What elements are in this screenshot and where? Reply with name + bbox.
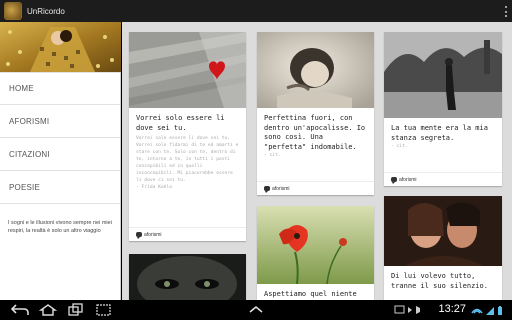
clock: 13:27: [438, 303, 466, 315]
header-artwork-image: [0, 22, 121, 72]
speech-bubble-icon: [264, 186, 270, 193]
recent-apps-icon[interactable]: [66, 303, 86, 317]
card-quote-author: - cit.: [264, 153, 281, 158]
quote-card[interactable]: [129, 254, 246, 300]
card-quote-text: Perfettina fuori, con dentro un'apocalis…: [264, 114, 366, 151]
action-bar: UnRicordo: [0, 0, 512, 22]
home-icon[interactable]: [38, 303, 58, 317]
heart-on-wood-image: [129, 32, 246, 108]
quote-card[interactable]: Perfettina fuori, con dentro un'apocalis…: [257, 32, 374, 195]
couple-embrace-image: [384, 196, 502, 266]
quote-card[interactable]: Di lui volevo tutto, tranne il suo silen…: [384, 196, 502, 300]
sidebar-item-home[interactable]: HOME: [0, 72, 120, 105]
card-tag[interactable]: aforismi: [257, 181, 374, 195]
quote-gallery: Vorrei solo essere li dove sei tu. Vorre…: [122, 22, 512, 300]
card-quote-text: Vorrei solo essere li dove sei tu.: [136, 114, 225, 132]
notification-icons: [394, 305, 420, 314]
quote-card[interactable]: La tua mente era la mia stanza segreta. …: [384, 32, 502, 186]
sidebar-item-aforismi[interactable]: AFORISMI: [0, 105, 120, 138]
card-tag[interactable]: aforismi: [129, 227, 246, 241]
card-quote-author: - Frida Kahlo: [136, 185, 172, 190]
back-icon[interactable]: [10, 303, 30, 317]
card-tag-label: aforismi: [272, 185, 290, 192]
card-quote-author: - cit.: [391, 144, 408, 149]
card-quote-text: Di lui volevo tutto, tranne il suo silen…: [391, 272, 488, 290]
girl-in-park-image: [384, 32, 502, 118]
poppy-flower-image: [257, 206, 374, 284]
app-title: UnRicordo: [27, 6, 65, 16]
overflow-menu-icon[interactable]: [504, 6, 508, 17]
status-icons: [471, 306, 502, 315]
app-logo-icon[interactable]: [4, 2, 22, 20]
card-tag[interactable]: aforismi: [384, 172, 502, 186]
woman-portrait-image: [257, 32, 374, 108]
card-quote-body: Vorrei solo essere li dove sei tu. Vorre…: [136, 136, 239, 183]
card-tag-label: aforismi: [399, 176, 417, 183]
card-tag-label: aforismi: [144, 231, 162, 238]
eyes-closeup-image: [129, 254, 246, 300]
card-quote-text: La tua mente era la mia stanza segreta.: [391, 124, 488, 142]
sidebar-item-poesie[interactable]: POESIE: [0, 171, 120, 204]
system-bar: 13:27: [0, 300, 512, 320]
quote-card[interactable]: Aspettiamo quel niente: [257, 206, 374, 300]
screenshot-icon[interactable]: [94, 303, 114, 317]
quote-card[interactable]: Vorrei solo essere li dove sei tu. Vorre…: [129, 32, 246, 241]
sidebar: HOME AFORISMI CITAZIONI POESIE I sogni e…: [0, 22, 121, 300]
sidebar-quote: I sogni e le illusioni vivono sempre nei…: [8, 220, 112, 234]
card-quote-text: Aspettiamo quel niente: [264, 290, 357, 298]
speech-bubble-icon: [136, 232, 142, 239]
speech-bubble-icon: [391, 177, 397, 184]
sidebar-item-citazioni[interactable]: CITAZIONI: [0, 138, 120, 171]
chevron-up-icon[interactable]: [246, 303, 266, 317]
